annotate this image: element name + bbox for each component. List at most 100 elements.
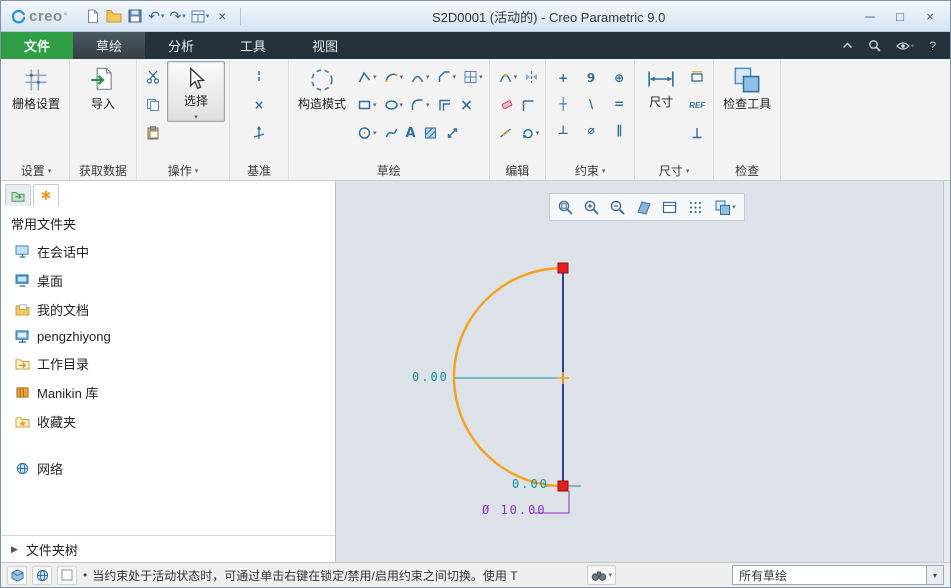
sketch-endpoint-top[interactable]	[557, 262, 569, 274]
reference-dimension-button[interactable]: REF	[685, 93, 709, 117]
corner-button[interactable]	[518, 93, 537, 117]
circle-button[interactable]: ▾	[355, 121, 379, 145]
collapse-ribbon-icon[interactable]	[842, 42, 853, 49]
new-file-button[interactable]	[83, 5, 103, 27]
dimension-value-bottom[interactable]: 0.00	[512, 477, 549, 491]
dimension-dropdown-caret-icon[interactable]: ▾	[686, 167, 690, 175]
line-chain-button[interactable]: ▾	[355, 65, 379, 89]
folder-item-manikin-library[interactable]: Manikin 库	[1, 378, 335, 407]
folder-item-computer[interactable]: pengzhiyong	[1, 324, 335, 349]
folder-item-network[interactable]: 网络	[1, 454, 335, 483]
offset-button[interactable]	[435, 93, 454, 117]
divide-button[interactable]	[496, 121, 515, 145]
redo-caret-icon[interactable]: ▾	[182, 12, 186, 20]
find-button[interactable]: ▾	[587, 565, 616, 585]
constraint-coincident-button[interactable]: ⌀	[580, 120, 602, 140]
dimension-value-diameter[interactable]: Ø 10.00	[482, 503, 547, 517]
right-panel-collapsed-strip[interactable]	[943, 181, 950, 562]
rotate-resize-button[interactable]	[443, 121, 462, 145]
import-button[interactable]: 导入	[74, 61, 132, 112]
copy-button[interactable]	[141, 93, 165, 117]
web-status-icon[interactable]	[32, 565, 52, 585]
group-label-settings[interactable]: 设置 ▾	[7, 161, 65, 180]
open-file-button[interactable]	[104, 5, 124, 27]
select-caret-icon[interactable]: ▾	[194, 113, 198, 121]
perimeter-dimension-button[interactable]	[685, 65, 709, 89]
tab-view[interactable]: 视图	[289, 32, 361, 59]
modify-button[interactable]: ▾	[496, 65, 520, 89]
construction-mode-button[interactable]: 构造模式	[293, 61, 351, 112]
close-button[interactable]: ×	[916, 5, 944, 27]
window-switch-button[interactable]: ▾	[189, 5, 212, 27]
sketch-arc[interactable]	[452, 266, 564, 488]
rectangle-button[interactable]: ▾	[355, 93, 379, 117]
command-search-icon[interactable]	[868, 39, 881, 52]
model-notification-icon[interactable]	[7, 565, 27, 585]
delete-segment-button[interactable]	[496, 93, 515, 117]
group-label-dimension[interactable]: 尺寸 ▾	[639, 161, 709, 180]
select-status-checkbox[interactable]	[57, 565, 77, 585]
constraint-horizontal-button[interactable]: ┼	[552, 94, 574, 114]
tab-file[interactable]: 文件	[1, 32, 74, 59]
rectangle-caret-icon[interactable]: ▾	[373, 101, 377, 109]
find-caret-icon[interactable]: ▾	[608, 571, 612, 579]
conic-caret-icon[interactable]: ▾	[426, 73, 430, 81]
folder-item-favorites[interactable]: 收藏夹	[1, 407, 335, 436]
mirror-button[interactable]	[522, 65, 541, 89]
modify-caret-icon[interactable]: ▾	[514, 73, 518, 81]
folder-item-working-directory[interactable]: 工作目录	[1, 349, 335, 378]
coordinate-system-button[interactable]	[247, 121, 271, 145]
graphics-canvas[interactable]: ▾ 0.00 0.00 Ø 10.00	[336, 181, 943, 562]
arc-center-point[interactable]	[557, 372, 569, 384]
filter-combobox[interactable]: 所有草绘 ▾	[732, 565, 944, 585]
constraint-perpendicular-button[interactable]: ⊥	[552, 120, 574, 140]
constraint-tangent-button[interactable]: 9	[580, 68, 602, 88]
help-icon[interactable]: ?	[929, 39, 936, 53]
folder-item-my-documents[interactable]: 我的文档	[1, 295, 335, 324]
settings-dropdown-caret-icon[interactable]: ▾	[48, 167, 52, 175]
display-options-caret-icon[interactable]: ▾	[911, 42, 915, 50]
group-label-constrain[interactable]: 约束 ▾	[550, 161, 630, 180]
inspect-tools-button[interactable]: 检查工具	[718, 61, 776, 112]
maximize-button[interactable]: □	[886, 5, 914, 27]
arc-caret-icon[interactable]: ▾	[400, 73, 404, 81]
ellipse-caret-icon[interactable]: ▾	[400, 101, 404, 109]
cut-button[interactable]	[141, 65, 165, 89]
grid-settings-button[interactable]: 栅格设置	[7, 61, 65, 112]
fillet-button[interactable]: ▾	[408, 93, 432, 117]
dimension-value-mid[interactable]: 0.00	[412, 370, 449, 384]
window-switch-caret-icon[interactable]: ▾	[206, 12, 210, 20]
expand-triangle-icon[interactable]: ▶	[11, 544, 18, 555]
datum-point-button[interactable]: ×	[247, 93, 271, 117]
text-button[interactable]: A	[404, 121, 418, 145]
shade-closed-loops-button[interactable]	[421, 121, 440, 145]
select-button[interactable]: 选择 ▾	[167, 61, 225, 122]
spline-button[interactable]	[382, 121, 401, 145]
palette-caret-icon[interactable]: ▾	[479, 73, 483, 81]
tab-sketch[interactable]: 草绘	[73, 32, 146, 59]
sketch-palette-button[interactable]: ▾	[461, 65, 485, 89]
conic-arc-button[interactable]: ▾	[408, 65, 432, 89]
fillet-caret-icon[interactable]: ▾	[426, 101, 430, 109]
save-button[interactable]	[125, 5, 145, 27]
folder-item-in-session[interactable]: 在会话中	[1, 237, 335, 266]
common-folders-tab[interactable]: ✱	[33, 184, 59, 206]
undo-button[interactable]: ↶ ▾	[146, 5, 166, 27]
rotate-resize-edit-button[interactable]: ▾	[518, 121, 542, 145]
delete-entity-button[interactable]	[457, 93, 476, 117]
minimize-button[interactable]: ─	[856, 5, 884, 27]
folder-item-desktop[interactable]: 桌面	[1, 266, 335, 295]
chamfer-button[interactable]: ▾	[435, 65, 459, 89]
rotate-resize-caret-icon[interactable]: ▾	[536, 129, 540, 137]
constrain-dropdown-caret-icon[interactable]: ▾	[602, 167, 606, 175]
constraint-midpoint-button[interactable]: \	[580, 94, 602, 114]
arc-button[interactable]: ▾	[382, 65, 406, 89]
constraint-symmetric-button[interactable]: ⊕	[608, 68, 630, 88]
close-window-button[interactable]: ×	[212, 5, 232, 27]
circle-caret-icon[interactable]: ▾	[373, 129, 377, 137]
baseline-dimension-button[interactable]	[685, 121, 709, 145]
constraint-equal-button[interactable]: =	[608, 94, 630, 114]
tab-analysis[interactable]: 分析	[145, 32, 217, 59]
sketch-endpoint-bottom[interactable]	[557, 480, 569, 492]
ellipse-button[interactable]: ▾	[382, 93, 406, 117]
